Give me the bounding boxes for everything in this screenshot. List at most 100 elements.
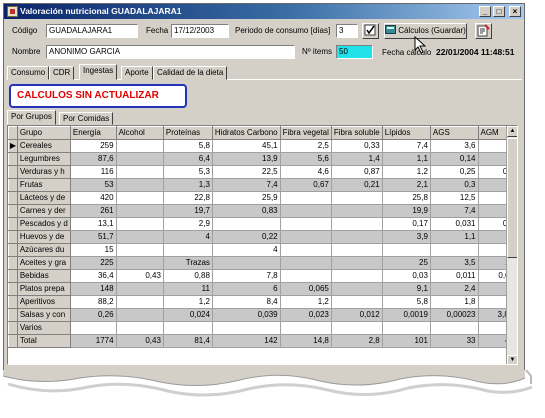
value-cell[interactable] bbox=[280, 243, 332, 257]
value-cell[interactable]: 45,1 bbox=[212, 139, 281, 153]
value-cell[interactable]: 0,14 bbox=[430, 152, 479, 166]
value-cell[interactable]: 5,8 bbox=[382, 295, 431, 309]
value-cell[interactable]: 0,25 bbox=[430, 165, 479, 179]
value-cell[interactable] bbox=[116, 204, 164, 218]
value-cell[interactable]: 0,011 bbox=[430, 269, 479, 283]
value-cell[interactable]: 4 bbox=[163, 230, 213, 244]
value-cell[interactable]: 2,9 bbox=[163, 217, 213, 231]
value-cell[interactable] bbox=[116, 295, 164, 309]
nutrition-grid[interactable]: Grupo Energía Alcohol Proteínas Hidratos Car… bbox=[7, 125, 518, 365]
value-cell[interactable]: 1,8 bbox=[430, 295, 479, 309]
scroll-up-button[interactable]: ▲ bbox=[507, 126, 517, 137]
value-cell[interactable]: 1,2 bbox=[280, 295, 332, 309]
value-cell[interactable]: 1,2 bbox=[163, 295, 213, 309]
column-header[interactable]: AGS bbox=[429, 126, 479, 140]
value-cell[interactable]: 1,1 bbox=[382, 152, 431, 166]
table-row[interactable]: Huevos y de51,740,223,91,11 bbox=[8, 230, 517, 244]
value-cell[interactable]: 420 bbox=[70, 191, 117, 205]
value-cell[interactable]: 0,22 bbox=[212, 230, 281, 244]
value-cell[interactable]: 15 bbox=[70, 243, 117, 257]
value-cell[interactable] bbox=[163, 243, 213, 257]
value-cell[interactable] bbox=[331, 321, 383, 335]
value-cell[interactable]: 0,88 bbox=[163, 269, 213, 283]
value-cell[interactable]: 1,4 bbox=[331, 152, 383, 166]
value-cell[interactable]: 0,33 bbox=[331, 139, 383, 153]
checkbox-button[interactable] bbox=[362, 23, 379, 39]
value-cell[interactable]: 225 bbox=[70, 256, 117, 270]
value-cell[interactable]: 0,17 bbox=[382, 217, 431, 231]
value-cell[interactable]: 51,7 bbox=[70, 230, 117, 244]
value-cell[interactable]: 87,6 bbox=[70, 152, 117, 166]
value-cell[interactable] bbox=[116, 230, 164, 244]
value-cell[interactable]: 0,031 bbox=[430, 217, 479, 231]
periodo-field[interactable]: 3 bbox=[336, 24, 358, 38]
value-cell[interactable]: 0,00023 bbox=[430, 308, 479, 322]
group-cell[interactable]: Aperitivos bbox=[16, 295, 71, 309]
value-cell[interactable]: 4,6 bbox=[280, 165, 332, 179]
row-indicator[interactable] bbox=[8, 256, 18, 270]
table-row[interactable]: Platos prepa1481160,0659,12,43 bbox=[8, 282, 517, 296]
group-cell[interactable]: Varios bbox=[16, 321, 71, 335]
value-cell[interactable] bbox=[430, 243, 479, 257]
value-cell[interactable] bbox=[116, 256, 164, 270]
value-cell[interactable]: 0,0019 bbox=[382, 308, 431, 322]
group-cell[interactable]: Legumbres bbox=[16, 152, 71, 166]
tab-calidad-dieta[interactable]: Calidad de la dieta bbox=[153, 66, 228, 80]
value-cell[interactable] bbox=[212, 321, 281, 335]
value-cell[interactable]: 22,8 bbox=[163, 191, 213, 205]
value-cell[interactable]: 6,4 bbox=[163, 152, 213, 166]
value-cell[interactable]: 0,87 bbox=[331, 165, 383, 179]
value-cell[interactable]: 259 bbox=[70, 139, 117, 153]
column-header[interactable]: Grupo bbox=[16, 126, 71, 140]
column-header[interactable]: Fibra vegetal bbox=[279, 126, 332, 140]
value-cell[interactable] bbox=[116, 282, 164, 296]
value-cell[interactable] bbox=[116, 243, 164, 257]
value-cell[interactable] bbox=[280, 217, 332, 231]
value-cell[interactable]: 2,8 bbox=[331, 334, 383, 348]
value-cell[interactable] bbox=[280, 230, 332, 244]
value-cell[interactable]: 3,5 bbox=[430, 256, 479, 270]
value-cell[interactable] bbox=[116, 152, 164, 166]
scroll-down-button[interactable]: ▼ bbox=[507, 355, 517, 364]
value-cell[interactable] bbox=[331, 204, 383, 218]
group-cell[interactable]: Verduras y h bbox=[16, 165, 71, 179]
value-cell[interactable]: 7,8 bbox=[212, 269, 281, 283]
fecha-field[interactable]: 17/12/2003 bbox=[171, 24, 229, 38]
value-cell[interactable]: 3,9 bbox=[382, 230, 431, 244]
value-cell[interactable]: 0,03 bbox=[382, 269, 431, 283]
value-cell[interactable]: 0,83 bbox=[212, 204, 281, 218]
value-cell[interactable] bbox=[163, 321, 213, 335]
value-cell[interactable]: 261 bbox=[70, 204, 117, 218]
value-cell[interactable]: 19,7 bbox=[163, 204, 213, 218]
subtab-por-grupos[interactable]: Por Grupos bbox=[7, 110, 56, 125]
table-row[interactable]: Frutas531,37,40,670,212,10,30, bbox=[8, 178, 517, 192]
group-cell[interactable]: Frutas bbox=[16, 178, 71, 192]
value-cell[interactable]: 14,8 bbox=[280, 334, 332, 348]
table-row[interactable]: Carnes y der26119,70,8319,97,47 bbox=[8, 204, 517, 218]
value-cell[interactable]: 0,67 bbox=[280, 178, 332, 192]
value-cell[interactable]: 5,8 bbox=[163, 139, 213, 153]
value-cell[interactable]: 11 bbox=[163, 282, 213, 296]
tab-ingestas[interactable]: Ingestas bbox=[79, 64, 118, 80]
value-cell[interactable] bbox=[331, 282, 383, 296]
table-row[interactable]: Verduras y h1165,322,54,60,871,20,250,0 bbox=[8, 165, 517, 179]
value-cell[interactable] bbox=[116, 217, 164, 231]
row-indicator[interactable] bbox=[8, 282, 18, 296]
row-indicator[interactable] bbox=[8, 165, 18, 179]
subtab-por-comidas[interactable]: Por Comidas bbox=[59, 112, 114, 125]
group-cell[interactable]: Cereales bbox=[16, 139, 71, 153]
value-cell[interactable]: 25 bbox=[382, 256, 431, 270]
value-cell[interactable] bbox=[331, 295, 383, 309]
value-cell[interactable] bbox=[116, 165, 164, 179]
vertical-scrollbar[interactable]: ▲ ▼ bbox=[506, 126, 517, 364]
value-cell[interactable]: 4 bbox=[212, 243, 281, 257]
table-row[interactable]: Salsas y con 0,26 0,024 0,039 0,023 0,012 0,00… bbox=[8, 308, 517, 322]
value-cell[interactable]: 6 bbox=[212, 282, 281, 296]
value-cell[interactable]: 13,9 bbox=[212, 152, 281, 166]
value-cell[interactable] bbox=[331, 217, 383, 231]
value-cell[interactable]: 9,1 bbox=[382, 282, 431, 296]
row-indicator[interactable] bbox=[8, 334, 18, 348]
value-cell[interactable]: 8,4 bbox=[212, 295, 281, 309]
report-button[interactable] bbox=[475, 23, 492, 39]
value-cell[interactable]: 3,6 bbox=[430, 139, 479, 153]
